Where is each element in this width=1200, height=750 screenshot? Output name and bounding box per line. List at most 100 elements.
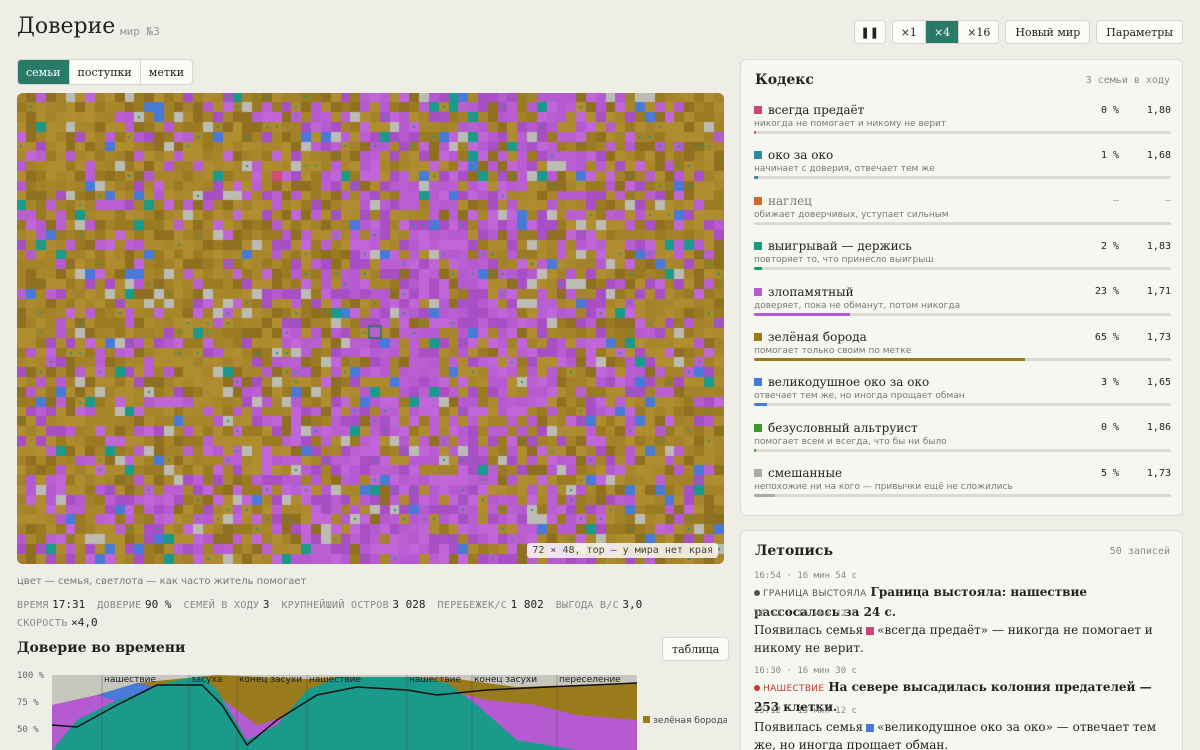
chart-event-label: засуха xyxy=(191,675,222,685)
strategy-share: 2 % xyxy=(1100,240,1119,252)
strategy-item[interactable]: великодушное око за око 3 % 1,65 отвечает т… xyxy=(754,375,1171,407)
stats-bar: ВРЕМЯ 17:31 ДОВЕРИЕ 90 % СЕМЕЙ В ХОДУ 3 … xyxy=(17,596,717,632)
strategy-share-bar xyxy=(754,131,1171,134)
strategy-share-bar xyxy=(754,176,1171,180)
stat-gain: ВЫГОДА В/С 3,0 xyxy=(555,598,643,611)
entry-text: Появилась семья «великодушное око за око»… xyxy=(754,720,1157,750)
strategy-swatch xyxy=(754,469,762,478)
strategy-share-fill xyxy=(754,494,775,498)
view-tabs: семьи поступки метки xyxy=(17,59,194,85)
strategy-name: злопамятный xyxy=(768,284,854,299)
strategy-desc: непохожие ни на кого — привычки ещё не с… xyxy=(754,482,1013,493)
top-controls: ❚❚ ×1 ×4 ×16 Новый мир Параметры xyxy=(853,20,1183,44)
stat-trust: ДОВЕРИЕ 90 % xyxy=(97,598,172,611)
table-button[interactable]: таблица xyxy=(662,637,730,661)
strategy-desc: доверяет, пока не обманут, потом никогда xyxy=(754,300,961,311)
family-swatch xyxy=(866,626,875,635)
strategy-share-bar xyxy=(754,312,1171,316)
chart-legend-swatch xyxy=(643,716,650,723)
strategy-item[interactable]: всегда предаёт 0 % 1,80 никогда не помогает… xyxy=(754,103,1171,134)
strategy-name: безусловный альтруист xyxy=(768,420,918,435)
chart-legend-label: зелёная борода xyxy=(653,716,727,726)
strategy-desc: отвечает тем же, но иногда прощает обман xyxy=(754,391,965,402)
tab-deeds[interactable]: поступки xyxy=(70,60,141,84)
speed-x16-button[interactable]: ×16 xyxy=(959,21,998,43)
strategy-share: 5 % xyxy=(1100,467,1119,479)
chart-event-label: нашествие xyxy=(104,675,157,685)
strategy-swatch xyxy=(754,151,762,160)
world-map[interactable]: 72 × 48, тор — у мира нет края xyxy=(17,93,724,564)
pause-button[interactable]: ❚❚ xyxy=(853,20,886,44)
strategy-share: 0 % xyxy=(1100,104,1119,116)
settings-button[interactable]: Параметры xyxy=(1096,20,1183,44)
strategy-item[interactable]: око за око 1 % 1,68 начинает с доверия, отв… xyxy=(754,148,1171,180)
strategy-name: великодушное око за око xyxy=(768,375,930,390)
strategy-score: 1,73 xyxy=(1146,331,1171,343)
strategy-share: 1 % xyxy=(1100,149,1119,161)
strategy-swatch xyxy=(754,242,762,251)
strategy-share-fill xyxy=(754,176,759,180)
entry-dot-icon xyxy=(754,684,760,691)
strategy-swatch xyxy=(754,378,762,387)
strategy-share-fill xyxy=(754,448,756,452)
strategy-desc: никогда не помогает и никому не верит xyxy=(754,119,947,129)
strategy-swatch xyxy=(754,287,762,296)
family-swatch xyxy=(866,723,875,732)
codex-title: Кодекс xyxy=(755,72,814,88)
strategy-share: — xyxy=(1112,195,1119,207)
strategy-desc: помогает только своим по метке xyxy=(754,346,912,356)
strategy-score: 1,73 xyxy=(1146,467,1171,479)
chronicle-title: Летопись xyxy=(755,543,833,559)
strategy-desc: повторяет то, что принесло выигрыш xyxy=(754,255,934,266)
strategy-share-bar xyxy=(754,267,1171,271)
stat-defections: ПЕРЕБЕЖЕК/С 1 802 xyxy=(437,598,544,611)
chart-event-label: нашествие xyxy=(409,675,462,685)
speed-x4-button[interactable]: ×4 xyxy=(925,21,960,43)
strategy-score: 1,71 xyxy=(1146,286,1171,298)
world-map-canvas[interactable] xyxy=(17,93,724,564)
chronicle-meta: 50 записей xyxy=(1109,546,1170,557)
strategy-item[interactable]: злопамятный 23 % 1,71 доверяет, пока не обм… xyxy=(754,285,1171,316)
stat-families: СЕМЕЙ В ХОДУ 3 xyxy=(183,598,270,611)
strategy-swatch xyxy=(754,196,762,205)
new-world-button[interactable]: Новый мир xyxy=(1005,20,1091,44)
codex-meta: 3 семьи в ходу xyxy=(1085,75,1170,86)
stat-speed: СКОРОСТЬ ×4,0 xyxy=(17,616,98,629)
entry-text: Появилась семья «всегда предаёт» — никогд… xyxy=(754,623,1153,655)
strategy-item[interactable]: безусловный альтруист 0 % 1,86 помогает все… xyxy=(754,421,1171,452)
strategy-item[interactable]: наглец — — обижает доверчивых, уступает сил… xyxy=(754,194,1171,225)
stat-largest-island: КРУПНЕЙШИЙ ОСТРОВ 3 028 xyxy=(281,598,426,611)
map-caption: 72 × 48, тор — у мира нет края xyxy=(527,543,718,558)
strategy-name: смешанные xyxy=(768,466,843,481)
speed-x1-button[interactable]: ×1 xyxy=(893,21,926,43)
strategy-score: 1,68 xyxy=(1146,149,1171,161)
entry-time: 15:12 · 15 мин 12 с xyxy=(754,706,857,716)
tab-marks[interactable]: метки xyxy=(141,60,192,84)
chart-y-tick: 100 % xyxy=(17,671,45,681)
strategy-score: — xyxy=(1164,195,1171,207)
strategy-share-fill xyxy=(754,403,767,407)
tab-families[interactable]: семьи xyxy=(18,60,70,84)
chart-event-label: конец засухи xyxy=(239,675,302,685)
chronicle-panel: Летопись 50 записей 16:54 · 16 мин 54 с Г… xyxy=(740,530,1183,750)
strategy-share-fill xyxy=(754,312,850,316)
strategy-share-bar xyxy=(754,358,1171,361)
strategy-item[interactable]: смешанные 5 % 1,73 непохожие ни на кого — п… xyxy=(754,466,1171,498)
strategy-item[interactable]: выигрывай — держись 2 % 1,83 повторяет то, … xyxy=(754,239,1171,271)
entry-time: 16:42 · 16 мин 42 с xyxy=(754,609,857,619)
strategy-share-bar xyxy=(754,221,1171,225)
entry-time: 16:30 · 16 мин 30 с xyxy=(754,666,857,676)
chart-y-tick: 75 % xyxy=(17,698,39,708)
strategy-share-bar xyxy=(754,494,1171,498)
strategy-score: 1,65 xyxy=(1146,376,1171,388)
codex-panel: Кодекс 3 семьи в ходу всегда предаёт 0 % 1… xyxy=(740,59,1183,516)
trust-chart-title: Доверие во времени xyxy=(17,640,186,656)
trust-chart-svg: нашествие засуха конец засухи нашествие наше… xyxy=(17,671,728,750)
trust-chart: нашествие засуха конец засухи нашествие наше… xyxy=(17,665,728,750)
strategy-score: 1,86 xyxy=(1146,422,1171,434)
entry-dot-icon xyxy=(754,589,760,596)
strategy-item[interactable]: зелёная борода 65 % 1,73 помогает только св… xyxy=(754,330,1171,361)
chronicle-entry: 16:42 · 16 мин 42 с Появилась семья «всегд… xyxy=(754,609,1174,657)
strategy-name: выигрывай — держись xyxy=(768,239,912,254)
strategy-desc: обижает доверчивых, уступает сильным xyxy=(754,209,949,220)
